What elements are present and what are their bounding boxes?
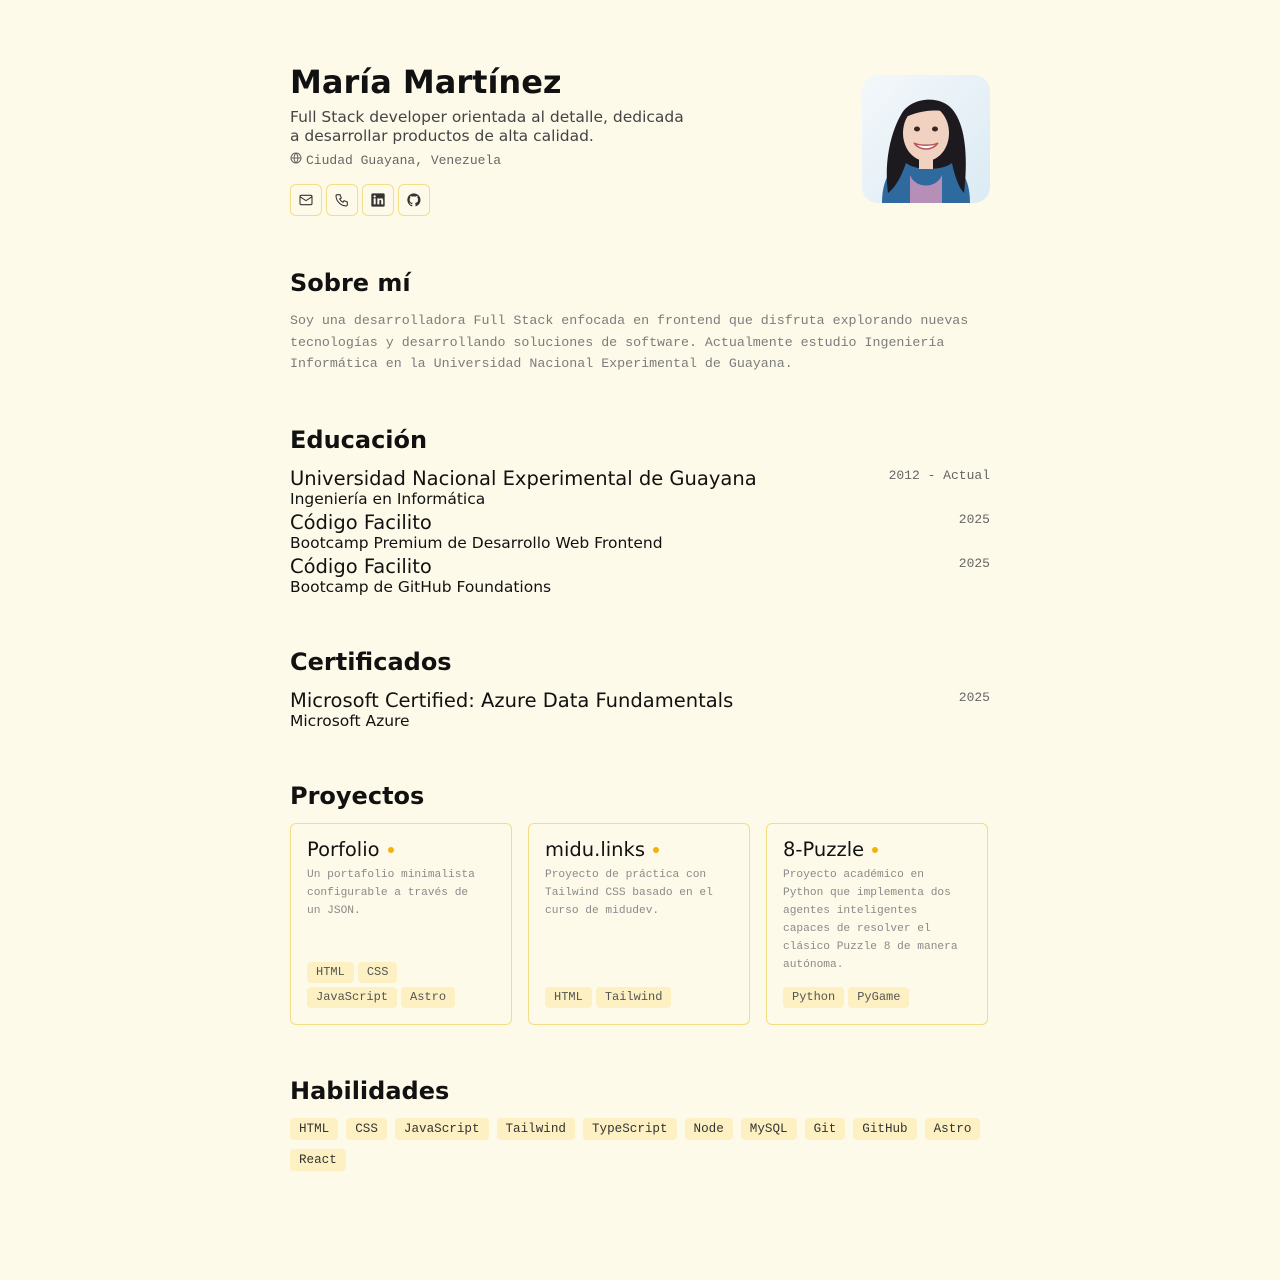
- education-degree: Bootcamp de GitHub Foundations: [290, 577, 552, 596]
- skill-tag: CSS: [346, 1117, 387, 1140]
- project-tags: HTML Tailwind: [545, 986, 735, 1008]
- skills-section: Habilidades HTML CSS JavaScript Tailwind…: [290, 1076, 990, 1171]
- education-date: 2025: [958, 511, 990, 527]
- education-date: 2025: [958, 555, 990, 571]
- email-button[interactable]: [290, 184, 322, 216]
- about-section: Sobre mí Soy una desarrolladora Full Sta…: [290, 268, 990, 375]
- education-item: Código Facilito Bootcamp Premium de Desa…: [290, 511, 990, 552]
- skill-tag: HTML: [290, 1117, 339, 1140]
- status-dot-icon: [653, 846, 659, 853]
- project-tag: HTML: [545, 986, 592, 1008]
- profile-info: María Martínez Full Stack developer orie…: [290, 62, 690, 216]
- project-tag: PyGame: [848, 986, 910, 1008]
- education-item: Universidad Nacional Experimental de Gua…: [290, 467, 990, 508]
- skills-title: Habilidades: [290, 1076, 450, 1105]
- profile-header: María Martínez Full Stack developer orie…: [290, 62, 990, 216]
- education-list: Universidad Nacional Experimental de Gua…: [290, 467, 990, 596]
- skill-tag: JavaScript: [394, 1117, 489, 1140]
- phone-icon: [334, 192, 350, 208]
- contact-links: [290, 184, 690, 216]
- skill-tag: Tailwind: [496, 1117, 575, 1140]
- project-tag: Tailwind: [595, 986, 672, 1008]
- certificates-section: Certificados Microsoft Certified: Azure …: [290, 647, 990, 730]
- project-tag: CSS: [357, 961, 398, 983]
- project-description: Un portafolio minimalista configurable a…: [307, 868, 475, 917]
- education-degree: Ingeniería en Informática: [290, 489, 486, 508]
- project-title: Porfolio: [307, 838, 495, 862]
- projects-section: Proyectos Porfolio Un portafolio minimal…: [290, 781, 990, 1025]
- phone-button[interactable]: [326, 184, 358, 216]
- profile-name: María Martínez: [290, 63, 562, 101]
- certificate-item: Microsoft Certified: Azure Data Fundamen…: [290, 689, 990, 730]
- education-institution: Código Facilito: [290, 510, 432, 534]
- skill-tag: MySQL: [740, 1117, 797, 1140]
- globe-icon: [290, 152, 302, 168]
- project-description: Proyecto de práctica con Tailwind CSS ba…: [545, 868, 713, 917]
- profile-subtitle: Full Stack developer orientada al detall…: [290, 108, 684, 145]
- mail-icon: [298, 192, 314, 208]
- linkedin-icon: [370, 192, 386, 208]
- project-description: Proyecto académico en Python que impleme…: [783, 868, 958, 971]
- project-card[interactable]: 8-Puzzle Proyecto académico en Python qu…: [766, 822, 988, 1025]
- github-button[interactable]: [398, 184, 430, 216]
- linkedin-button[interactable]: [362, 184, 394, 216]
- skill-tag: Git: [804, 1117, 846, 1140]
- project-tag: Python: [783, 986, 845, 1008]
- project-tag: HTML: [307, 961, 354, 983]
- certificates-list: Microsoft Certified: Azure Data Fundamen…: [290, 689, 990, 730]
- status-dot-icon: [387, 846, 394, 853]
- project-tag: Astro: [401, 986, 456, 1008]
- project-card[interactable]: midu.links Proyecto de práctica con Tail…: [528, 822, 750, 1025]
- skill-tag: TypeScript: [582, 1117, 677, 1140]
- education-title: Educación: [290, 425, 428, 454]
- certificates-title: Certificados: [290, 647, 452, 676]
- project-name: midu.links: [545, 837, 645, 861]
- skill-tag: Node: [684, 1117, 733, 1140]
- education-section: Educación Universidad Nacional Experimen…: [290, 425, 990, 596]
- github-icon: [406, 192, 422, 208]
- education-degree: Bootcamp Premium de Desarrollo Web Front…: [290, 533, 663, 552]
- project-tag: JavaScript: [307, 986, 398, 1008]
- project-name: Porfolio: [307, 837, 380, 861]
- education-institution: Código Facilito: [290, 554, 432, 578]
- location: Ciudad Guayana, Venezuela: [290, 152, 690, 168]
- skill-tag: Astro: [924, 1117, 981, 1140]
- project-title: 8-Puzzle: [783, 838, 971, 862]
- location-text: Ciudad Guayana, Venezuela: [306, 152, 502, 168]
- about-title: Sobre mí: [290, 269, 411, 297]
- certificate-name: Microsoft Certified: Azure Data Fundamen…: [290, 688, 734, 712]
- avatar: [862, 75, 990, 203]
- skill-list: HTML CSS JavaScript Tailwind TypeScript …: [290, 1117, 990, 1171]
- skill-tag: React: [290, 1148, 346, 1171]
- skill-tag: GitHub: [853, 1117, 917, 1140]
- certificate-issuer: Microsoft Azure: [290, 711, 410, 730]
- project-cards: Porfolio Un portafolio minimalista confi…: [290, 822, 990, 1025]
- education-date: 2012 - Actual: [888, 467, 990, 483]
- project-tags: Python PyGame: [783, 986, 973, 1008]
- about-text: Soy una desarrolladora Full Stack enfoca…: [290, 313, 969, 371]
- project-title: midu.links: [545, 838, 733, 862]
- project-name: 8-Puzzle: [783, 837, 865, 861]
- project-card[interactable]: Porfolio Un portafolio minimalista confi…: [290, 822, 512, 1025]
- projects-title: Proyectos: [290, 781, 425, 810]
- education-item: Código Facilito Bootcamp de GitHub Found…: [290, 555, 990, 596]
- education-institution: Universidad Nacional Experimental de Gua…: [290, 466, 757, 490]
- certificate-date: 2025: [958, 689, 990, 705]
- resume-page: María Martínez Full Stack developer orie…: [290, 0, 990, 1171]
- project-tags: HTML CSS JavaScript Astro: [307, 961, 467, 1008]
- status-dot-icon: [872, 846, 879, 853]
